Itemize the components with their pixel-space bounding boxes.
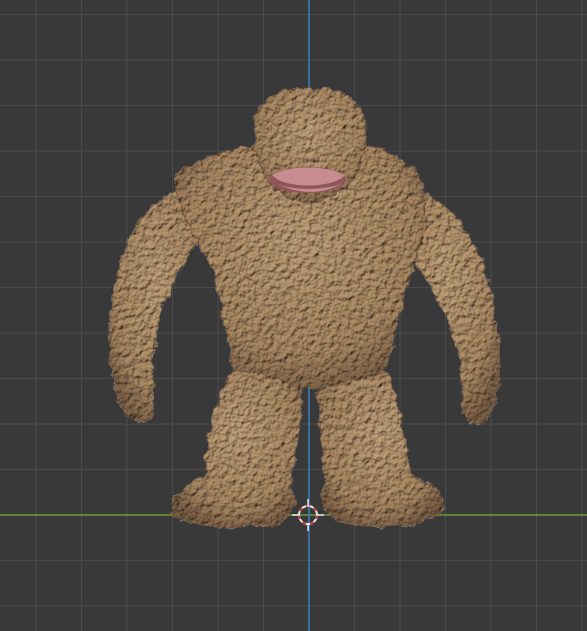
golem-mouth: [270, 167, 346, 193]
golem-left-leg: [170, 369, 304, 529]
3d-viewport[interactable]: [0, 0, 587, 631]
clay-golem-model[interactable]: [0, 0, 587, 631]
golem-right-leg: [317, 369, 445, 528]
